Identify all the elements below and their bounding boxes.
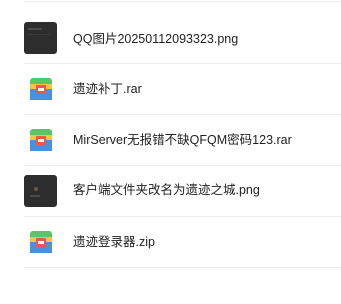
file-row[interactable]: 客户端文件夹改名为遗迹之城.png: [0, 166, 341, 217]
file-name: 遗迹补丁.rar: [73, 82, 142, 96]
archive-file-icon: [30, 78, 52, 100]
image-thumbnail-icon: [24, 22, 57, 54]
archive-file-icon: [30, 129, 52, 151]
divider: [24, 267, 341, 268]
file-name: QQ图片20250112093323.png: [73, 32, 239, 46]
image-thumbnail-icon: [24, 175, 57, 207]
file-name: 遗迹登录器.zip: [73, 235, 155, 249]
file-name: 客户端文件夹改名为遗迹之城.png: [73, 183, 260, 197]
file-row[interactable]: QQ图片20250112093323.png: [0, 13, 341, 64]
file-row[interactable]: 遗迹登录器.zip: [0, 217, 341, 268]
divider: [24, 1, 341, 2]
file-list: QQ图片20250112093323.png 遗迹补丁.rar MirServe…: [0, 0, 341, 304]
file-row[interactable]: 遗迹补丁.rar: [0, 64, 341, 115]
file-row[interactable]: MirServer无报错不缺QFQM密码123.rar: [0, 115, 341, 166]
archive-file-icon: [30, 231, 52, 253]
file-name: MirServer无报错不缺QFQM密码123.rar: [73, 133, 292, 147]
